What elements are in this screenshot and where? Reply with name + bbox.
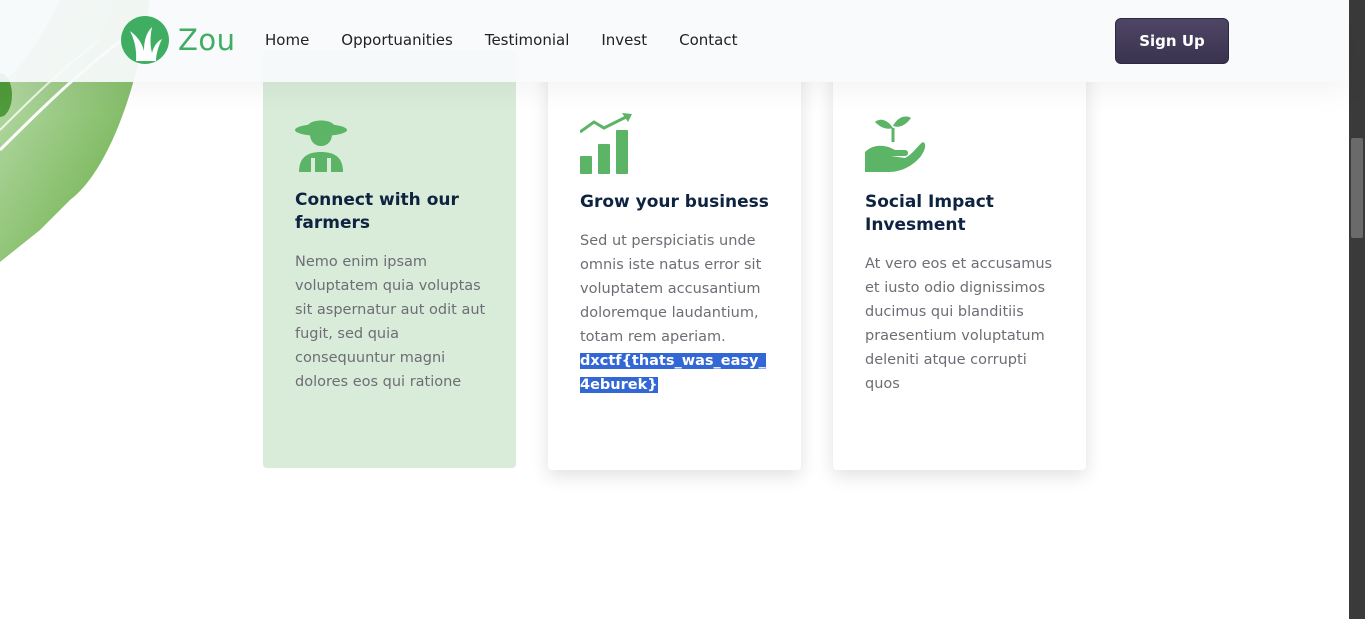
nav-testimonial[interactable]: Testimonial — [485, 31, 570, 49]
plant-hand-icon — [865, 116, 926, 172]
card-text: Sed ut perspiciatis unde omnis iste natu… — [580, 229, 772, 397]
selected-flag-text[interactable]: dxctf{thats_was_easy_4eburek} — [580, 353, 766, 393]
card-title: Grow your business — [580, 192, 769, 212]
logo-leaf-icon — [121, 16, 169, 64]
card-text-body: Sed ut perspiciatis unde omnis iste natu… — [580, 233, 762, 345]
feature-card-farmers: Connect with our farmers Nemo enim ipsam… — [263, 50, 516, 468]
farmer-icon — [295, 120, 347, 172]
nav-contact[interactable]: Contact — [679, 31, 737, 49]
sign-up-button[interactable]: Sign Up — [1115, 18, 1229, 64]
card-title: Connect with our farmers — [295, 190, 459, 233]
card-text: At vero eos et accusamus et iusto odio d… — [865, 256, 1053, 392]
scrollbar-thumb[interactable] — [1351, 138, 1363, 238]
nav-opportunities[interactable]: Opportuanities — [341, 31, 453, 49]
growth-chart-icon — [580, 113, 632, 174]
main-nav: Home Opportuanities Testimonial Invest C… — [265, 31, 769, 49]
feature-card-social-impact: Social Impact Invesment At vero eos et a… — [833, 50, 1086, 470]
card-title: Social Impact Invesment — [865, 192, 994, 235]
page-scrollbar[interactable] — [1349, 0, 1365, 619]
logo[interactable]: Zou — [120, 15, 236, 65]
nav-home[interactable]: Home — [265, 31, 309, 49]
card-text: Nemo enim ipsam voluptatem quia voluptas… — [295, 254, 486, 390]
page: Zou Home Opportuanities Testimonial Inve… — [0, 0, 1365, 619]
brand-name: Zou — [178, 23, 236, 57]
site-header: Zou Home Opportuanities Testimonial Inve… — [0, 0, 1349, 82]
nav-invest[interactable]: Invest — [601, 31, 647, 49]
feature-card-business: Grow your business Sed ut perspiciatis u… — [548, 50, 801, 470]
